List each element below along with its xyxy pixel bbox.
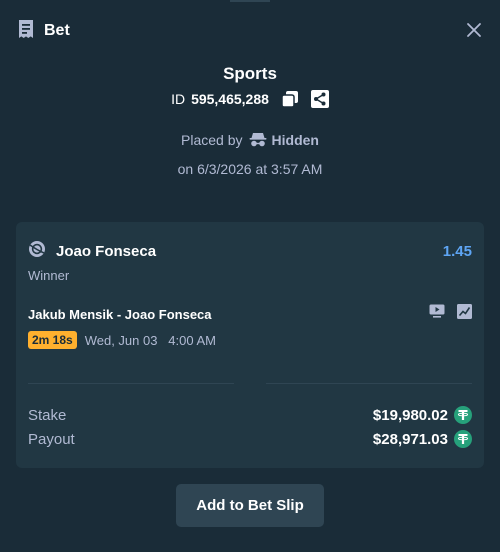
- modal-header: Bet: [16, 18, 70, 44]
- receipt-icon: [16, 19, 36, 44]
- share-icon: [310, 90, 329, 108]
- payout-value: $28,971.03: [372, 430, 448, 448]
- payout-amount: $28,971.03: [373, 430, 472, 448]
- incognito-icon: [249, 133, 267, 147]
- start-time-row: 2m 18s Wed, Jun 03 4:00 AM: [28, 331, 216, 349]
- close-button[interactable]: [464, 20, 484, 40]
- close-icon: [467, 23, 481, 37]
- bet-modal: Bet Sports ID 595,465,288 Placed by Hidd…: [0, 0, 500, 552]
- divider-left: [28, 383, 234, 384]
- placed-by-line: Placed by Hidden: [0, 132, 500, 148]
- tether-icon: [454, 406, 472, 424]
- bet-id-value: 595,465,288: [191, 91, 269, 107]
- modal-title: Bet: [44, 22, 70, 39]
- chart-icon: [457, 304, 472, 319]
- selection-name[interactable]: Joao Fonseca: [56, 243, 156, 260]
- payout-label: Payout: [28, 430, 75, 448]
- placed-by-label: Placed by: [181, 132, 243, 148]
- share-button[interactable]: [310, 90, 329, 108]
- divider-right: [266, 383, 472, 384]
- placed-by-user: Hidden: [249, 132, 319, 148]
- start-time: Wed, Jun 03 4:00 AM: [84, 332, 216, 348]
- live-stream-button[interactable]: [429, 304, 445, 324]
- bet-id-label: ID: [171, 91, 186, 107]
- market-name: Winner: [28, 268, 70, 283]
- payout-row: Payout $28,971.03: [28, 430, 472, 448]
- event-row: Jakub Mensik - Joao Fonseca: [28, 304, 472, 324]
- stake-value: $19,980.02: [372, 406, 448, 424]
- placed-by-username: Hidden: [271, 132, 319, 148]
- placed-date: on 6/3/2026 at 3:57 AM: [177, 161, 323, 177]
- tennis-ball-icon: [28, 240, 46, 263]
- bet-selection-card: Joao Fonseca 1.45 Winner Jakub Mensik - …: [16, 222, 484, 468]
- event-name[interactable]: Jakub Mensik - Joao Fonseca: [28, 307, 212, 322]
- tv-play-icon: [429, 304, 445, 318]
- tether-icon: [454, 430, 472, 448]
- stake-label: Stake: [28, 406, 67, 424]
- stats-button[interactable]: [457, 304, 472, 324]
- bet-id-line: ID 595,465,288: [0, 90, 500, 108]
- selection-row: Joao Fonseca 1.45: [28, 240, 472, 263]
- copy-button[interactable]: [281, 90, 299, 108]
- bet-category: Sports: [223, 64, 277, 83]
- stake-amount: $19,980.02: [373, 406, 472, 424]
- add-to-bet-slip-button[interactable]: Add to Bet Slip: [176, 484, 324, 527]
- drag-handle: [230, 0, 270, 2]
- copy-icon: [281, 91, 298, 108]
- stake-row: Stake $19,980.02: [28, 406, 472, 424]
- selection-odds: 1.45: [442, 243, 472, 260]
- event-icons: [429, 304, 472, 324]
- countdown-badge: 2m 18s: [28, 331, 77, 349]
